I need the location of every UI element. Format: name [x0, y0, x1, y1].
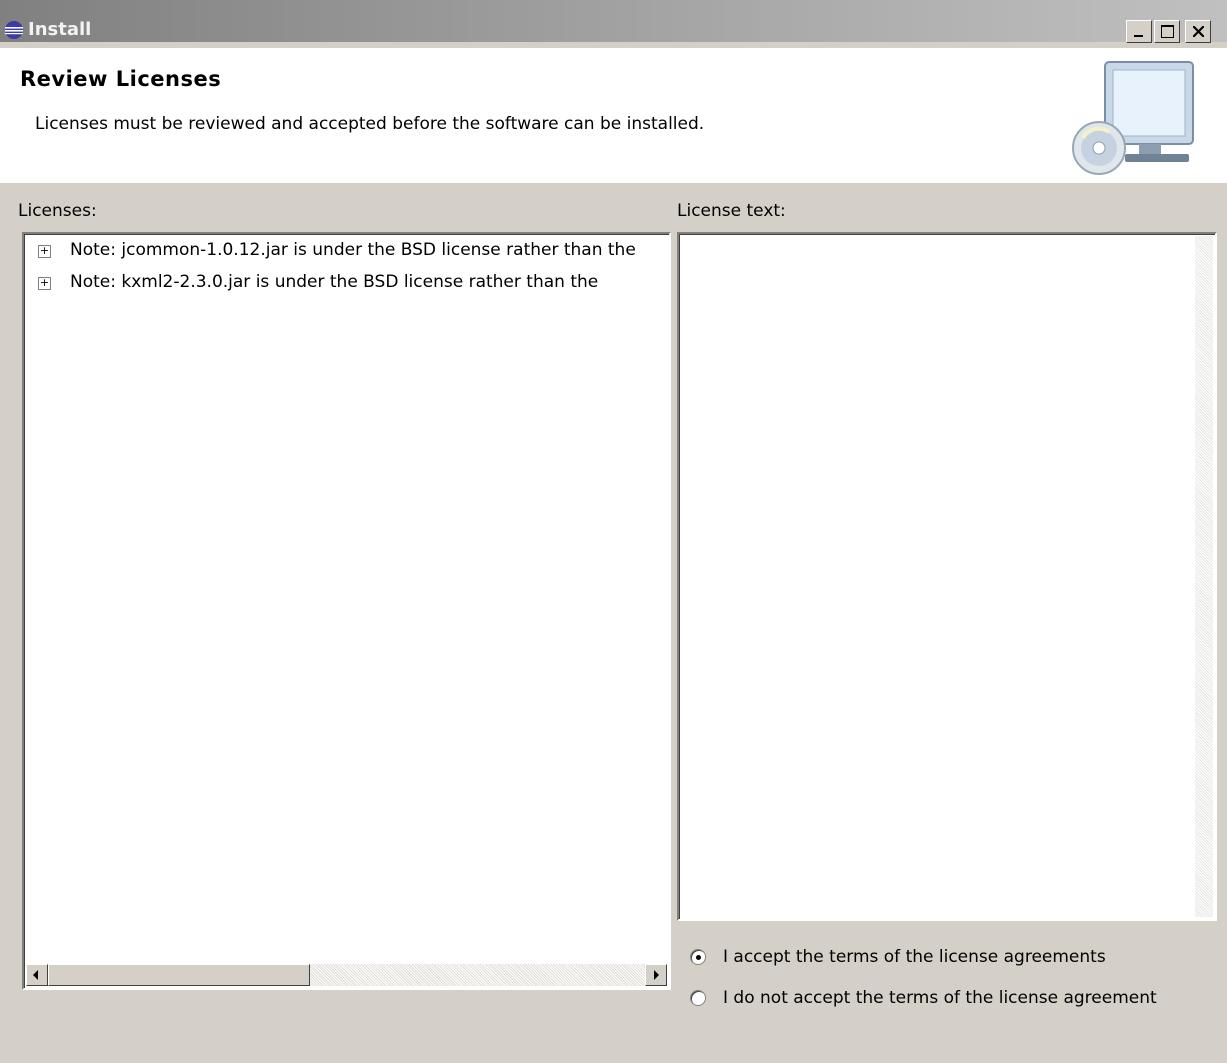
minimize-button[interactable] — [1126, 20, 1152, 43]
accept-radio[interactable] — [690, 949, 706, 965]
scroll-up-button[interactable] — [1195, 236, 1213, 258]
page-title: Review Licenses — [20, 67, 222, 91]
radio-selected-dot — [696, 955, 701, 960]
scroll-left-button[interactable] — [26, 964, 48, 986]
license-text-label: License text: — [677, 201, 786, 221]
licenses-label: Licenses: — [18, 201, 97, 221]
license-item-label: Note: jcommon-1.0.12.jar is under the BS… — [70, 240, 636, 260]
license-text-area[interactable] — [677, 232, 1217, 921]
vertical-scrollbar[interactable] — [1195, 236, 1213, 917]
accept-radio-label[interactable]: I accept the terms of the license agreem… — [723, 947, 1106, 967]
scroll-right-button[interactable] — [645, 964, 667, 986]
maximize-icon — [1161, 25, 1174, 38]
licenses-tree[interactable]: + Note: jcommon-1.0.12.jar is under the … — [22, 232, 671, 990]
license-item-label: Note: kxml2-2.3.0.jar is under the BSD l… — [70, 272, 599, 292]
close-button[interactable] — [1185, 20, 1211, 43]
horizontal-scrollbar[interactable] — [26, 964, 667, 986]
window-title: Install — [28, 19, 92, 40]
install-computer-icon — [1072, 61, 1194, 175]
scroll-thumb[interactable] — [48, 964, 310, 986]
wizard-header: Review Licenses Licenses must be reviewe… — [0, 48, 1227, 182]
title-bar: Install — [0, 0, 1227, 43]
eclipse-icon — [5, 21, 23, 39]
minimize-icon — [1134, 35, 1143, 37]
decline-radio[interactable] — [690, 990, 706, 1006]
expand-icon[interactable]: + — [38, 245, 51, 258]
page-description: Licenses must be reviewed and accepted b… — [35, 114, 705, 134]
arrow-right-icon — [654, 970, 659, 980]
expand-icon[interactable]: + — [38, 277, 51, 290]
license-item[interactable]: + Note: jcommon-1.0.12.jar is under the … — [38, 240, 666, 264]
license-item[interactable]: + Note: kxml2-2.3.0.jar is under the BSD… — [38, 272, 666, 296]
header-divider — [0, 181, 1227, 183]
close-icon — [1193, 26, 1204, 37]
scroll-down-button[interactable] — [1195, 895, 1213, 917]
maximize-button[interactable] — [1154, 20, 1180, 43]
decline-radio-label[interactable]: I do not accept the terms of the license… — [723, 988, 1157, 1008]
arrow-left-icon — [33, 970, 38, 980]
